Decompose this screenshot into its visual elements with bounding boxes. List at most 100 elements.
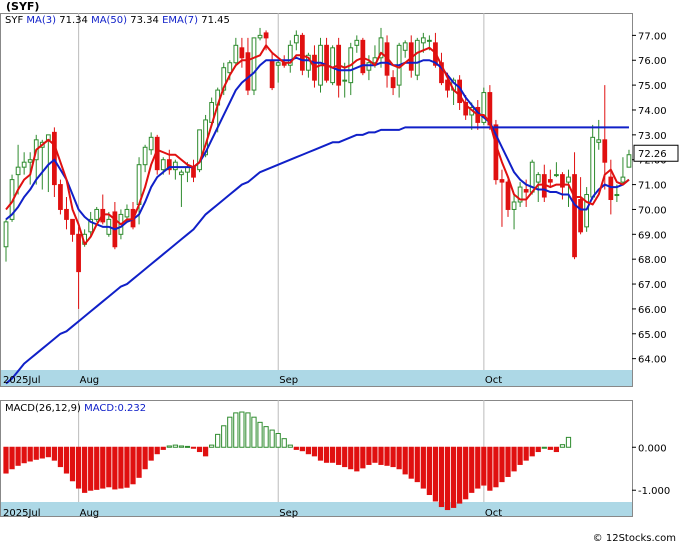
legend-ema7-value: 71.45 bbox=[201, 15, 230, 26]
candle-body bbox=[239, 47, 245, 59]
candle-body bbox=[608, 176, 614, 200]
macd-bar bbox=[124, 446, 130, 488]
price-tick-label: 64.00 bbox=[638, 355, 667, 366]
candle-body bbox=[354, 39, 360, 46]
macd-bar bbox=[402, 446, 408, 475]
macd-bar bbox=[523, 446, 529, 461]
candle-body bbox=[64, 208, 69, 220]
macd-bar bbox=[27, 446, 33, 462]
legend-ma3-label: MA(3) bbox=[26, 15, 57, 26]
candle-body bbox=[293, 34, 299, 44]
macd-bar bbox=[154, 446, 160, 455]
price-tick-label: 70.00 bbox=[638, 205, 667, 216]
candle-body bbox=[76, 233, 81, 273]
macd-bar bbox=[517, 446, 523, 465]
macd-bar bbox=[311, 446, 318, 457]
price-tick-label: 67.00 bbox=[638, 280, 667, 291]
month-label: Oct bbox=[485, 375, 502, 386]
macd-bar bbox=[136, 446, 142, 478]
macd-bar bbox=[329, 446, 336, 463]
candle-body bbox=[390, 77, 396, 89]
legend-symbol: SYF bbox=[5, 15, 24, 26]
macd-bar bbox=[257, 421, 263, 448]
macd-bar bbox=[239, 411, 245, 448]
candle-body bbox=[547, 179, 553, 183]
macd-bar bbox=[323, 446, 330, 463]
macd-bar bbox=[275, 433, 281, 448]
macd-bar bbox=[378, 446, 384, 465]
macd-bar bbox=[148, 446, 154, 461]
macd-bar bbox=[106, 446, 112, 488]
macd-bar bbox=[21, 446, 27, 464]
macd-bar bbox=[529, 446, 535, 457]
legend-ma3-value: 71.34 bbox=[59, 15, 88, 26]
month-label-macd: Oct bbox=[485, 508, 502, 519]
candle-body bbox=[27, 159, 33, 163]
macd-bar bbox=[281, 438, 287, 448]
candle-body bbox=[191, 166, 196, 178]
macd-bar bbox=[390, 446, 396, 468]
macd-legend-label: MACD(26,12,9) bbox=[5, 403, 81, 414]
macd-bar bbox=[493, 446, 499, 488]
macd-bar bbox=[142, 446, 148, 470]
candle-body bbox=[148, 136, 154, 151]
candle-body bbox=[70, 218, 75, 235]
price-tick-label: 77.00 bbox=[638, 31, 667, 42]
candle-body bbox=[58, 184, 63, 210]
candle-body bbox=[342, 79, 348, 82]
candle-body bbox=[233, 44, 239, 64]
price-tick-label: 75.00 bbox=[638, 81, 667, 92]
macd-bar bbox=[287, 444, 293, 448]
macd-bar bbox=[88, 446, 94, 491]
candle-body bbox=[263, 32, 269, 39]
candle-body bbox=[15, 166, 21, 176]
macd-bar bbox=[227, 416, 233, 448]
macd-bar bbox=[354, 446, 360, 472]
candle-body bbox=[523, 189, 529, 193]
macd-bar bbox=[463, 446, 469, 500]
month-label-macd: Sep bbox=[279, 508, 298, 519]
price-tick-label: 76.00 bbox=[638, 56, 667, 67]
macd-bar bbox=[444, 446, 451, 511]
month-label: 2025Jul bbox=[3, 375, 41, 386]
macd-bar bbox=[457, 446, 463, 504]
macd-bar bbox=[299, 446, 305, 452]
macd-bar bbox=[57, 446, 64, 468]
macd-bar bbox=[342, 446, 348, 468]
legend: SYF MA(3) 71.34 MA(50) 73.34 EMA(7) 71.4… bbox=[5, 15, 230, 26]
candle-body bbox=[3, 221, 9, 248]
candle-body bbox=[124, 208, 130, 218]
macd-bar bbox=[184, 445, 191, 448]
macd-bar bbox=[166, 445, 172, 448]
macd-bar bbox=[233, 412, 239, 448]
candle-body bbox=[620, 176, 626, 183]
candle-body bbox=[21, 161, 27, 168]
macd-bar bbox=[547, 446, 553, 450]
candle-body bbox=[366, 62, 372, 71]
price-tick-label: 74.00 bbox=[638, 106, 667, 117]
macd-bar bbox=[202, 446, 209, 457]
macd-bar bbox=[178, 445, 185, 448]
macd-bar bbox=[196, 446, 203, 453]
candle-body bbox=[602, 139, 608, 163]
legend-ma50-value: 73.34 bbox=[130, 15, 159, 26]
candle-body bbox=[420, 37, 426, 44]
macd-bar bbox=[408, 446, 414, 479]
candle-body bbox=[566, 176, 571, 183]
macd-bar bbox=[481, 446, 487, 486]
macd-bar bbox=[63, 446, 70, 474]
macd-bar bbox=[160, 446, 166, 450]
price-tick-label: 73.00 bbox=[638, 131, 667, 142]
macd-bar bbox=[366, 446, 372, 465]
candle-body bbox=[596, 139, 602, 143]
macd-bar bbox=[450, 446, 457, 508]
macd-bar bbox=[305, 446, 312, 455]
candle-body bbox=[142, 146, 148, 166]
candle-body bbox=[505, 181, 511, 210]
stock-chart: 77.0076.0075.0074.0073.0072.0071.0070.00… bbox=[0, 0, 680, 546]
macd-bar bbox=[69, 446, 76, 482]
macd-bar bbox=[45, 446, 51, 458]
macd-bar bbox=[3, 446, 9, 474]
candle-body bbox=[578, 199, 583, 233]
macd-bar bbox=[553, 446, 560, 453]
